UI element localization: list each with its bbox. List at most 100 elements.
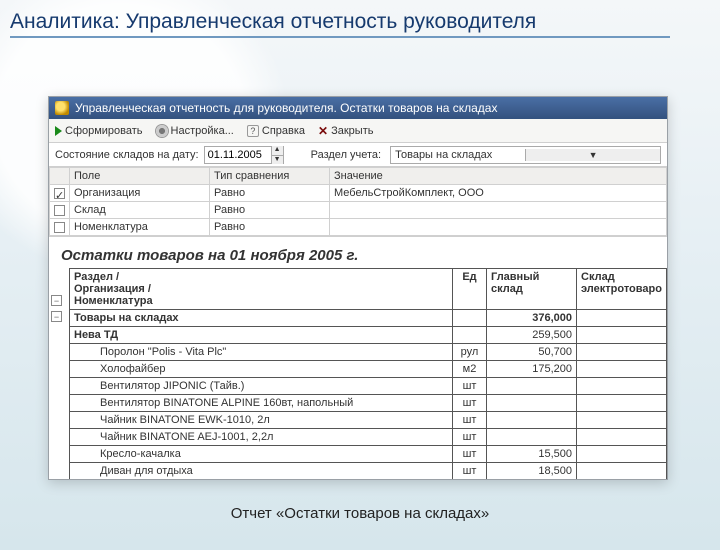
filter-field: Склад (70, 202, 210, 219)
tree-gutter: − − (51, 290, 65, 324)
row-wh2 (577, 429, 667, 446)
report-row: Поролон "Polis - Vita Plc"рул50,700 (70, 344, 667, 361)
report-row: Чайник BINATONE EWK-1010, 2лшт (70, 412, 667, 429)
row-wh1: 175,200 (487, 361, 577, 378)
row-wh1 (487, 395, 577, 412)
row-unit: рул (453, 344, 487, 361)
help-icon: ? (247, 125, 259, 137)
row-wh1: 15,500 (487, 446, 577, 463)
row-unit: шт (453, 463, 487, 480)
report-row: Диван для отдыхашт18,500 (70, 463, 667, 480)
figure-caption: Отчет «Остатки товаров на складах» (0, 505, 720, 522)
row-name: Поролон "Polis - Vita Plc" (70, 344, 453, 361)
section-combo[interactable]: Товары на складах ▼ (390, 146, 661, 164)
row-unit: м2 (453, 361, 487, 378)
row-wh2 (577, 395, 667, 412)
row-wh2 (577, 327, 667, 344)
report-row: Товары на складах 376,000 (70, 310, 667, 327)
chevron-down-icon[interactable]: ▼ (525, 149, 660, 161)
row-wh1: 259,500 (487, 327, 577, 344)
col-wh1: Главный склад (487, 269, 577, 310)
report-header-row: Раздел / Организация / Номенклатура Ед Г… (70, 269, 667, 310)
row-wh1 (487, 429, 577, 446)
row-unit: шт (453, 429, 487, 446)
tree-toggle[interactable]: − (51, 311, 62, 322)
run-button[interactable]: Сформировать (55, 125, 143, 137)
row-wh1: 50,700 (487, 344, 577, 361)
stepper-up-icon[interactable]: ▲ (271, 146, 283, 155)
play-icon (55, 126, 62, 136)
filter-field: Организация (70, 185, 210, 202)
row-name: Кресло-качалка (70, 446, 453, 463)
filter-field: Номенклатура (70, 219, 210, 236)
row-wh2 (577, 463, 667, 480)
row-name: Чайник BINATONE EWK-1010, 2л (70, 412, 453, 429)
checkbox[interactable] (54, 205, 65, 216)
row-name: Вентилятор BINATONE ALPINE 160вт, наполь… (70, 395, 453, 412)
row-wh2 (577, 344, 667, 361)
report-title: Остатки товаров на 01 ноября 2005 г. (49, 237, 667, 268)
row-unit: шт (453, 395, 487, 412)
settings-button[interactable]: Настройка... (156, 125, 234, 137)
section-label: Раздел учета: (311, 149, 382, 161)
row-wh2 (577, 378, 667, 395)
col-wh2: Склад электротоваро (577, 269, 667, 310)
app-icon (55, 101, 69, 115)
row-wh1: 376,000 (487, 310, 577, 327)
filter-val (330, 202, 667, 219)
section-value: Товары на складах (391, 148, 525, 162)
row-name: Нева ТД (70, 327, 453, 344)
filter-val: МебельСтройКомплект, ООО (330, 185, 667, 202)
report-row: Нева ТД 259,500 (70, 327, 667, 344)
row-name: Вентилятор JIPONIC (Тайв.) (70, 378, 453, 395)
col-ed: Ед (453, 269, 487, 310)
row-unit: шт (453, 412, 487, 429)
report-row: Кресло-качалкашт15,500 (70, 446, 667, 463)
row-wh1 (487, 378, 577, 395)
filter-row[interactable]: НоменклатураРавно (50, 219, 667, 236)
row-unit (453, 327, 487, 344)
report-area: − − Раздел / Организация / Номенклатура … (49, 268, 667, 479)
report-row: Холофайберм2175,200 (70, 361, 667, 378)
window-title: Управленческая отчетность для руководите… (75, 101, 497, 115)
row-unit: шт (453, 446, 487, 463)
filterbar: Состояние складов на дату: ▲ ▼ Раздел уч… (49, 143, 667, 167)
toolbar: Сформировать Настройка... ? Справка ✕ За… (49, 119, 667, 143)
col-group: Раздел / Организация / Номенклатура (70, 269, 453, 310)
date-field[interactable]: ▲ ▼ (204, 146, 284, 164)
presentation-title: Аналитика: Управленческая отчетность рук… (10, 10, 670, 38)
close-icon: ✕ (318, 124, 328, 138)
titlebar: Управленческая отчетность для руководите… (49, 97, 667, 119)
row-name: Товары на складах (70, 310, 453, 327)
row-unit (453, 310, 487, 327)
row-wh1 (487, 412, 577, 429)
report-row: Вентилятор BINATONE ALPINE 160вт, наполь… (70, 395, 667, 412)
row-name: Чайник BINATONE AEJ-1001, 2,2л (70, 429, 453, 446)
checkbox[interactable]: ✓ (54, 188, 65, 199)
help-button[interactable]: ? Справка (247, 125, 305, 137)
filter-cmp: Равно (210, 185, 330, 202)
date-label: Состояние складов на дату: (55, 149, 199, 161)
date-stepper[interactable]: ▲ ▼ (271, 146, 283, 164)
row-wh2 (577, 446, 667, 463)
row-wh1: 18,500 (487, 463, 577, 480)
gear-icon (156, 125, 168, 137)
filter-row[interactable]: ✓ ОрганизацияРавноМебельСтройКомплект, ОО… (50, 185, 667, 202)
filter-cmp: Равно (210, 202, 330, 219)
date-input[interactable] (205, 148, 271, 162)
report-row: Вентилятор JIPONIC (Тайв.)шт (70, 378, 667, 395)
filter-row[interactable]: СкладРавно (50, 202, 667, 219)
report-row: Чайник BINATONE AEJ-1001, 2,2лшт (70, 429, 667, 446)
row-name: Диван для отдыха (70, 463, 453, 480)
close-button[interactable]: ✕ Закрыть (318, 124, 373, 138)
checkbox[interactable] (54, 222, 65, 233)
tree-toggle[interactable]: − (51, 295, 62, 306)
row-unit: шт (453, 378, 487, 395)
filter-val (330, 219, 667, 236)
app-window: Управленческая отчетность для руководите… (48, 96, 668, 480)
row-name: Холофайбер (70, 361, 453, 378)
filter-grid: Поле Тип сравнения Значение ✓Организация… (49, 167, 667, 237)
row-wh2 (577, 412, 667, 429)
stepper-down-icon[interactable]: ▼ (271, 155, 283, 164)
row-wh2 (577, 361, 667, 378)
